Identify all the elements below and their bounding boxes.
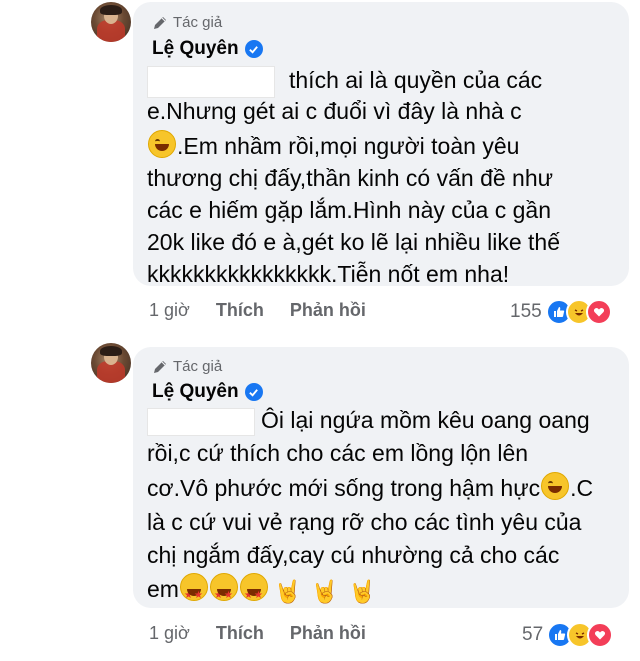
comment-actions: 1 giờ Thích Phản hồi: [149, 300, 366, 321]
author-name-row: Lệ Quyên: [152, 38, 263, 60]
rofl-emoji-icon: [148, 130, 176, 158]
comment-time[interactable]: 1 giờ: [149, 300, 190, 321]
redacted-mention: [147, 407, 255, 436]
love-icon: [587, 622, 614, 648]
star-struck-emoji-icon: [209, 573, 238, 616]
commenter-avatar[interactable]: [91, 343, 131, 383]
author-badge: Tác giả: [152, 358, 222, 375]
author-badge: Tác giả: [152, 14, 222, 31]
pen-icon: [154, 360, 166, 373]
reaction-summary[interactable]: 57: [522, 622, 614, 648]
reaction-summary[interactable]: 155: [510, 299, 612, 325]
like-button[interactable]: Thích: [216, 300, 264, 321]
horns-hand-emoji-icon: 🤘: [311, 579, 339, 604]
author-badge-label: Tác giả: [173, 358, 223, 375]
rofl-emoji-icon: [541, 472, 570, 500]
star-struck-emoji-icon: [239, 573, 268, 616]
commenter-avatar[interactable]: [91, 2, 131, 42]
pen-icon: [154, 16, 166, 29]
comment-time[interactable]: 1 giờ: [149, 623, 190, 644]
reply-button[interactable]: Phản hồi: [290, 623, 366, 644]
reaction-count: 155: [510, 301, 542, 322]
verified-badge-icon: [244, 40, 263, 58]
horns-hand-emoji-icon: 🤘: [348, 579, 377, 604]
comment-text-line: em🤘🤘🤘: [147, 569, 381, 616]
comment-text-line: e.Nhưng gét ai c đuổi vì đây là nhà c: [147, 98, 522, 124]
author-name[interactable]: Lệ Quyên: [152, 38, 239, 60]
comment-text-line: kkkkkkkkkkkkkkkk.Tiễn nốt em nha!: [147, 261, 510, 287]
verified-badge-icon: [244, 383, 263, 401]
love-icon: [585, 299, 612, 325]
like-button[interactable]: Thích: [216, 623, 264, 644]
author-badge-label: Tác giả: [173, 14, 223, 31]
comment-actions: 1 giờ Thích Phản hồi: [149, 623, 366, 644]
comment-text-line: rồi,c cứ thích cho các em lồng lộn lên: [147, 440, 529, 466]
reply-button[interactable]: Phản hồi: [290, 300, 366, 321]
star-struck-emoji-icon: [179, 573, 208, 616]
reaction-count: 57: [522, 624, 544, 645]
horns-hand-emoji-icon: 🤘: [273, 579, 302, 604]
